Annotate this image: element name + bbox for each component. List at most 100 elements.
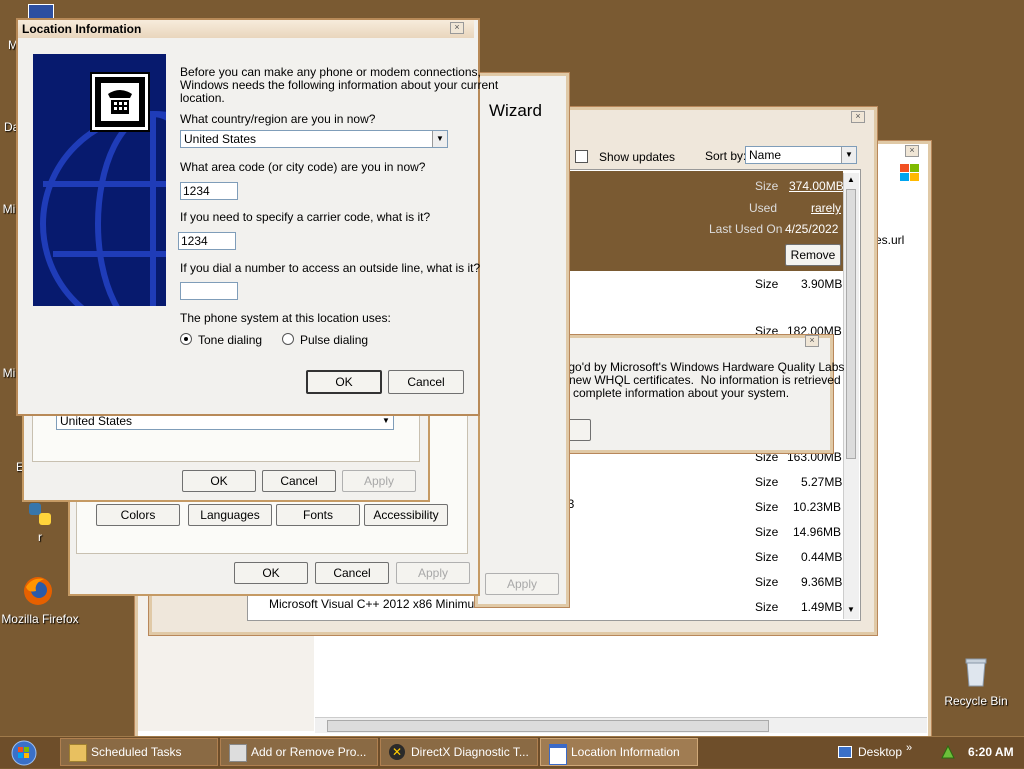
ok-button[interactable]: OK: [234, 562, 308, 584]
horizontal-scrollbar[interactable]: [315, 717, 927, 733]
row-size-label: Size: [755, 525, 779, 539]
task-label: Location Information: [571, 745, 680, 759]
scroll-up-icon[interactable]: ▲: [847, 175, 855, 184]
desktop-toolbar-icon[interactable]: [838, 746, 852, 758]
close-icon[interactable]: ×: [905, 145, 919, 157]
row-size-label: Size: [755, 500, 779, 514]
tray-icon[interactable]: [940, 744, 956, 760]
start-button[interactable]: [8, 740, 40, 766]
show-updates-label[interactable]: Show updates: [599, 150, 675, 164]
row-size-value: 9.36MB: [801, 575, 843, 589]
programs-icon: [229, 744, 247, 762]
country-value: United States: [60, 414, 133, 428]
sort-by-select[interactable]: Name ▼: [745, 146, 857, 164]
remove-button[interactable]: Remove: [785, 244, 841, 266]
radio-dot-icon: [184, 337, 188, 341]
dialog-title: Location Information: [22, 22, 142, 36]
window-icon: [549, 744, 567, 765]
ok-button[interactable]: OK: [306, 370, 382, 394]
size-value[interactable]: 374.00MB: [789, 179, 844, 193]
python-icon[interactable]: [26, 500, 54, 528]
carrier-code-question: If you need to specify a carrier code, w…: [180, 210, 431, 224]
task-label: DirectX Diagnostic T...: [411, 745, 529, 759]
languages-button[interactable]: Languages: [188, 504, 272, 526]
scroll-thumb[interactable]: [846, 189, 856, 459]
desktop-icon-label: r: [38, 530, 42, 544]
folder-icon: [69, 744, 87, 762]
taskbar-item-scheduled-tasks[interactable]: Scheduled Tasks: [60, 738, 218, 766]
apply-button[interactable]: Apply: [396, 562, 470, 584]
area-code-question: What area code (or city code) are you in…: [180, 160, 426, 174]
last-used-label: Last Used On: [709, 222, 783, 236]
wizard-window: Wizard Apply: [474, 72, 570, 608]
tone-dialing-radio[interactable]: [180, 333, 192, 345]
recycle-bin-label[interactable]: Recycle Bin: [936, 694, 1016, 708]
carrier-code-input[interactable]: 1234: [178, 232, 236, 250]
size-label: Size: [755, 179, 779, 193]
row-size-label: Size: [755, 600, 779, 614]
row-size-value: 14.96MB: [793, 525, 842, 539]
apply-button[interactable]: Apply: [342, 470, 416, 492]
row-size-label: Size: [755, 277, 779, 291]
recycle-bin-icon[interactable]: [962, 656, 990, 688]
pulse-dialing-label[interactable]: Pulse dialing: [300, 333, 368, 347]
directx-window: × logo'd by Microsoft's Windows Hardware…: [534, 334, 844, 454]
clipped-label: Mi: [2, 202, 16, 216]
used-label: Used: [749, 201, 778, 215]
taskbar-item-location-information[interactable]: Location Information: [540, 738, 698, 766]
outside-line-input[interactable]: [180, 282, 238, 300]
wizard-apply-button[interactable]: Apply: [485, 573, 559, 595]
windows-logo-icon: [899, 163, 921, 183]
task-label: Add or Remove Pro...: [251, 745, 367, 759]
vertical-scrollbar[interactable]: ▲ ▼: [843, 173, 859, 619]
scroll-thumb[interactable]: [327, 720, 769, 732]
row-size-value: 1.49MB: [801, 600, 843, 614]
cancel-button[interactable]: Cancel: [315, 562, 389, 584]
tone-dialing-label[interactable]: Tone dialing: [198, 333, 262, 347]
colors-button[interactable]: Colors: [96, 504, 180, 526]
task-label: Scheduled Tasks: [91, 745, 182, 759]
fonts-button[interactable]: Fonts: [276, 504, 360, 526]
area-code-input[interactable]: 1234: [180, 182, 238, 200]
last-used-value: 4/25/2022: [785, 222, 839, 236]
chevron-down-icon[interactable]: ▼: [841, 147, 856, 163]
directx-info-text: logo'd by Microsoft's Windows Hardware Q…: [559, 360, 845, 400]
row-size-value: 0.44MB: [801, 550, 843, 564]
taskbar-item-add-remove[interactable]: Add or Remove Pro...: [220, 738, 378, 766]
clipped-label: Mi: [2, 366, 16, 380]
used-value[interactable]: rarely: [811, 201, 841, 215]
row-size-label: Size: [755, 475, 779, 489]
row-size-value: 3.90MB: [801, 277, 843, 291]
close-icon[interactable]: ×: [805, 335, 819, 347]
country-region-select[interactable]: United States ▼: [180, 130, 448, 148]
accessibility-button[interactable]: Accessibility: [364, 504, 448, 526]
taskbar-item-directx[interactable]: ✕ DirectX Diagnostic T...: [380, 738, 538, 766]
show-updates-checkbox[interactable]: [575, 150, 588, 163]
chevron-down-icon[interactable]: ▼: [432, 131, 447, 147]
location-information-dialog: Location Information × Before you can ma…: [16, 18, 498, 416]
sort-by-value: Name: [749, 148, 782, 162]
ok-button[interactable]: OK: [182, 470, 256, 492]
country-region-value: United States: [184, 132, 257, 146]
explorer-file[interactable]: es.url: [875, 233, 904, 247]
row-size-value: 5.27MB: [801, 475, 843, 489]
sort-by-label: Sort by:: [705, 149, 747, 163]
close-icon[interactable]: ×: [450, 22, 464, 34]
close-icon[interactable]: ×: [851, 111, 865, 123]
country-question: What country/region are you in now?: [180, 112, 376, 126]
cancel-button[interactable]: Cancel: [262, 470, 336, 492]
row-size-label: Size: [755, 575, 779, 589]
scroll-down-icon[interactable]: ▼: [847, 605, 855, 614]
intro-text: Before you can make any phone or modem c…: [180, 65, 499, 105]
clock[interactable]: 6:20 AM: [968, 745, 1014, 759]
phone-system-question: The phone system at this location uses:: [180, 311, 391, 325]
chevron-right-icon[interactable]: »: [906, 742, 912, 754]
firefox-icon[interactable]: [22, 575, 54, 607]
outside-line-question: If you dial a number to access an outsid…: [180, 261, 481, 275]
row-size-value: 10.23MB: [793, 500, 842, 514]
pulse-dialing-radio[interactable]: [282, 333, 294, 345]
firefox-label[interactable]: Mozilla Firefox: [0, 612, 80, 626]
directx-icon: ✕: [389, 744, 405, 760]
desktop-toolbar-label[interactable]: Desktop: [858, 745, 902, 759]
cancel-button[interactable]: Cancel: [388, 370, 464, 394]
